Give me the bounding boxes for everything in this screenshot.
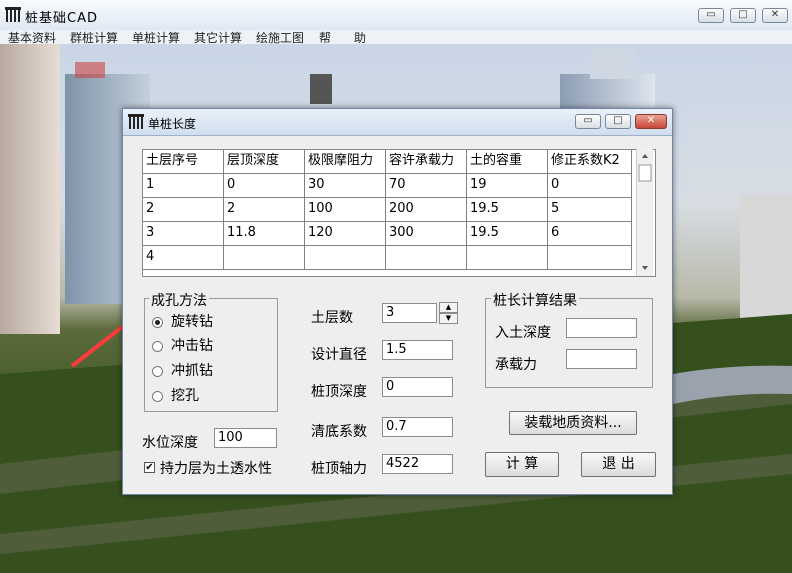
clean-coef-label: 清底系数 [311,424,367,440]
water-depth-label: 水位深度 [142,435,198,451]
soil-layer-grid[interactable]: 土层序号 层顶深度 极限摩阻力 容许承载力 土的容重 修正系数K2 1 0 30… [142,149,656,277]
clean-coef-input[interactable]: 0.7 [382,417,453,437]
pile-top-depth-label: 桩顶深度 [311,384,367,400]
grid-header: 修正系数K2 [548,150,632,174]
grid-cell[interactable] [305,246,386,270]
radio-impact-drill[interactable]: 冲击钻 [152,335,213,355]
radio-icon [152,365,163,377]
grid-cell[interactable]: 6 [548,222,632,246]
grid-cell[interactable] [224,246,305,270]
capacity-label: 承载力 [495,357,537,373]
grid-header: 土层序号 [143,150,224,174]
grid-vertical-scrollbar[interactable] [636,149,653,276]
dialog-maximize-button[interactable]: □ [605,114,631,129]
radio-grab-drill[interactable]: 冲抓钻 [152,360,213,380]
grid-cell[interactable]: 2 [224,198,305,222]
grid-cell[interactable]: 19.5 [467,198,548,222]
grid-row-number: 4 [143,246,224,270]
maximize-icon: □ [613,115,623,126]
radio-icon [152,340,163,352]
axial-force-input[interactable]: 4522 [382,454,453,474]
grid-cell[interactable]: 70 [386,174,467,198]
close-icon: ✕ [646,115,656,126]
exit-button[interactable]: 退 出 [581,452,656,477]
result-group [485,298,653,388]
spin-up-button[interactable]: ▲ [439,302,458,313]
grid-cell[interactable]: 0 [224,174,305,198]
permeable-label: 持力层为土透水性 [160,461,272,477]
grid-cell[interactable]: 300 [386,222,467,246]
grid-cell[interactable]: 100 [305,198,386,222]
radio-icon [152,390,163,402]
radio-label: 冲抓钻 [171,363,213,379]
spin-down-icon: ▼ [445,314,452,322]
minimize-icon: ▭ [583,115,593,126]
pile-top-depth-input[interactable]: 0 [382,377,453,397]
soil-layers-label: 土层数 [311,310,353,326]
spin-down-button[interactable]: ▼ [439,313,458,324]
dialog-minimize-button[interactable]: ▭ [575,114,601,129]
radio-label: 旋转钻 [171,314,213,330]
radio-selected-icon [152,316,163,328]
permeable-checkbox[interactable]: ✔ [144,462,155,473]
grid-row-number: 3 [143,222,224,246]
design-diameter-label: 设计直径 [311,347,367,363]
check-icon: ✔ [145,462,154,473]
result-group-label: 桩长计算结果 [491,290,579,310]
grid-cell[interactable] [467,246,548,270]
dialog-logo-icon [128,114,144,129]
embed-depth-output[interactable] [566,318,637,338]
calculate-button[interactable]: 计 算 [485,452,559,477]
grid-header: 土的容重 [467,150,548,174]
grid-cell[interactable]: 30 [305,174,386,198]
grid-cell[interactable] [386,246,467,270]
grid-cell[interactable]: 0 [548,174,632,198]
grid-cell[interactable]: 19.5 [467,222,548,246]
grid-cell[interactable]: 120 [305,222,386,246]
grid-cell[interactable] [548,246,632,270]
grid-cell[interactable]: 19 [467,174,548,198]
dialog-title-bar: 单桩长度 ▭ □ ✕ [123,109,672,136]
radio-dug-hole[interactable]: 挖孔 [152,385,199,405]
embed-depth-label: 入土深度 [495,325,551,341]
load-geology-button[interactable]: 装载地质资料... [509,411,637,435]
grid-header: 层顶深度 [224,150,305,174]
radio-label: 挖孔 [171,388,199,404]
dialog-title: 单桩长度 [148,117,197,131]
single-pile-length-dialog: 单桩长度 ▭ □ ✕ 土层序号 层顶深度 极限摩阻力 容许承载力 土的容重 修正… [122,108,673,495]
water-depth-input[interactable]: 100 [214,428,277,448]
soil-layers-input[interactable]: 3 [382,303,437,323]
spin-up-icon: ▲ [445,303,452,311]
grid-row-number: 2 [143,198,224,222]
grid-header: 极限摩阻力 [305,150,386,174]
capacity-output[interactable] [566,349,637,369]
axial-force-label: 桩顶轴力 [311,461,367,477]
dialog-close-button[interactable]: ✕ [635,114,667,129]
grid-cell[interactable]: 200 [386,198,467,222]
radio-label: 冲击钻 [171,338,213,354]
grid-cell[interactable]: 5 [548,198,632,222]
drilling-method-label: 成孔方法 [149,290,209,310]
radio-rotary-drill[interactable]: 旋转钻 [152,311,213,331]
grid-row-number: 1 [143,174,224,198]
design-diameter-input[interactable]: 1.5 [382,340,453,360]
grid-header: 容许承载力 [386,150,467,174]
grid-cell[interactable]: 11.8 [224,222,305,246]
scrollbar-arrows-icon [638,154,652,270]
